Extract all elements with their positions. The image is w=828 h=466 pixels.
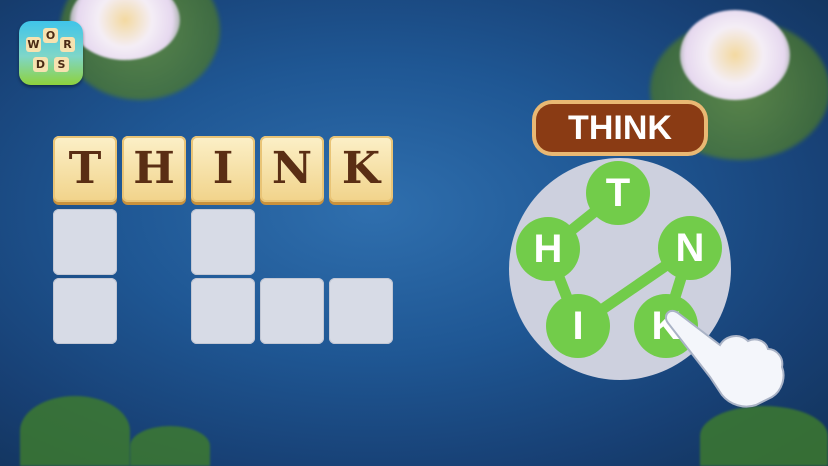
pointing-hand-icon (664, 309, 785, 408)
letter-node-t[interactable]: T (586, 161, 650, 225)
game-scene: W O R D S T H I N K THINK T H N I K (0, 0, 828, 466)
letter-node-n[interactable]: N (658, 216, 722, 280)
letter-node-i[interactable]: I (546, 294, 610, 358)
letter-node-h[interactable]: H (516, 217, 580, 281)
